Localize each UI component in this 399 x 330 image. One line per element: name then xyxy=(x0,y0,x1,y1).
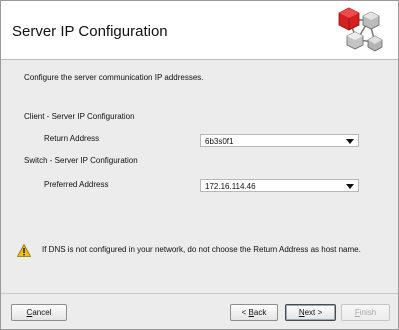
network-servers-icon xyxy=(338,7,383,52)
chevron-down-icon xyxy=(346,139,354,144)
back-button-prefix: < xyxy=(241,308,249,317)
preferred-address-value: 172.16.114.46 xyxy=(205,182,256,191)
return-address-label: Return Address xyxy=(44,134,100,143)
client-section-title: Client - Server IP Configuration xyxy=(24,112,135,121)
finish-button[interactable]: Finish xyxy=(341,304,390,321)
page-title: Server IP Configuration xyxy=(12,23,168,40)
warning-message: If DNS is not configured in your network… xyxy=(42,245,361,254)
footer-divider xyxy=(1,293,398,294)
warning-icon xyxy=(17,244,31,257)
return-address-value: 6b3s0f1 xyxy=(205,137,234,146)
return-address-dropdown[interactable]: 6b3s0f1 xyxy=(200,134,359,147)
cancel-button-label: ancel xyxy=(32,308,52,317)
next-button-label: ext > xyxy=(304,308,323,317)
back-button[interactable]: < Back xyxy=(230,304,278,321)
next-button[interactable]: Next > xyxy=(285,304,336,321)
wizard-header: Server IP Configuration xyxy=(1,1,398,60)
preferred-address-dropdown[interactable]: 172.16.114.46 xyxy=(200,179,359,192)
chevron-down-icon xyxy=(346,184,354,189)
switch-section-title: Switch - Server IP Configuration xyxy=(24,156,138,165)
finish-button-label: inish xyxy=(359,308,377,317)
intro-text: Configure the server communication IP ad… xyxy=(24,73,204,82)
preferred-address-label: Preferred Address xyxy=(44,180,109,189)
wizard-window: Server IP Configuration Configure the se… xyxy=(0,0,399,330)
back-button-label: ack xyxy=(253,308,267,317)
cancel-button[interactable]: Cancel xyxy=(11,304,67,321)
